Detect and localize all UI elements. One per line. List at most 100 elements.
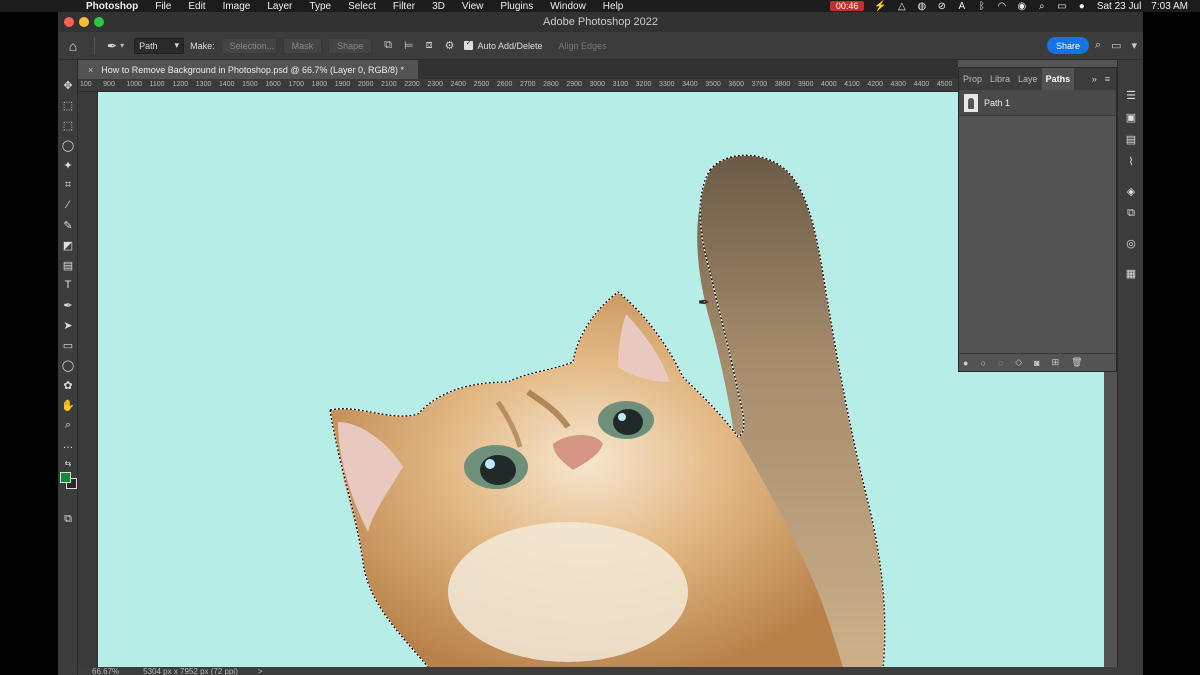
type-tool-icon[interactable]: T [61,278,75,292]
ruler-tick-label: 3900 [798,81,814,88]
pen-tool-icon[interactable]: ✒ [61,298,75,312]
swap-colors-icon[interactable]: ⇆ [61,456,75,470]
adjustments-icon[interactable]: ☰ [1124,88,1138,102]
artboard-tool-icon[interactable]: ⬚ [61,98,75,112]
screen-mode-icon[interactable]: ⧉ [61,512,75,526]
make-work-path-icon[interactable]: ◇ [1015,357,1022,368]
horizontal-ruler[interactable]: 1009001000110012001300140015001600170018… [78,79,958,92]
chevron-down-icon[interactable]: ▾ [1131,39,1137,52]
collapse-panel-icon[interactable]: » [1092,74,1097,84]
lasso-tool-icon[interactable]: ◯ [61,138,75,152]
search-icon[interactable]: ⌕ [1095,39,1101,52]
hand-tool-icon[interactable]: ✋ [61,398,75,412]
recording-indicator[interactable]: 00:46 [830,1,865,11]
magic-wand-tool-icon[interactable]: ✦ [61,158,75,172]
grid-icon[interactable]: ▦ [1124,266,1138,280]
trash-icon[interactable]: 🗑 [1071,357,1082,368]
tab-paths[interactable]: Paths [1042,68,1075,90]
menu-window[interactable]: Window [550,1,586,12]
minimize-window-button[interactable] [79,17,89,27]
vertical-ruler[interactable] [78,92,98,667]
make-selection-button[interactable]: Selection... [221,38,277,54]
close-window-button[interactable] [64,17,74,27]
fill-path-icon[interactable]: ● [963,358,968,368]
stroke-path-icon[interactable]: ○ [980,358,985,368]
zoom-level[interactable]: 66.67% [92,667,119,675]
input-source-icon[interactable]: A [957,1,967,12]
new-path-icon[interactable]: ⊞ [1052,357,1060,368]
pen-tool-preset-icon[interactable]: ✒ [107,39,117,53]
tool-mode-select[interactable]: Path ▾ [134,38,184,54]
paths-icon[interactable]: ⌇ [1124,154,1138,168]
menu-type[interactable]: Type [309,1,331,12]
vpn-icon[interactable]: △ [897,1,907,12]
menu-app-name[interactable]: Photoshop [86,1,138,12]
gear-icon[interactable]: ⚙ [445,39,455,52]
path-operations-icon[interactable]: ⧉ [384,39,392,52]
move-tool-icon[interactable]: ✥ [61,78,75,92]
menu-help[interactable]: Help [603,1,624,12]
close-icon[interactable]: × [88,65,93,75]
brush-tool-icon[interactable]: ✎ [61,218,75,232]
tab-libraries[interactable]: Libra [986,68,1014,90]
share-button[interactable]: Share [1047,37,1089,54]
menu-layer[interactable]: Layer [267,1,292,12]
path-selection-tool-icon[interactable]: ➤ [61,318,75,332]
libraries-icon[interactable]: ▣ [1124,110,1138,124]
eraser-tool-icon[interactable]: ◩ [61,238,75,252]
menu-plugins[interactable]: Plugins [500,1,533,12]
menu-edit[interactable]: Edit [188,1,205,12]
custom-shape-tool-icon[interactable]: ✿ [61,378,75,392]
tab-layers[interactable]: Laye [1014,68,1042,90]
chevron-down-icon[interactable]: ▾ [120,41,124,50]
gradient-tool-icon[interactable]: ▤ [61,258,75,272]
ruler-tick-label: 1600 [265,81,281,88]
menubar-date[interactable]: Sat 23 Jul [1097,1,1141,12]
crop-tool-icon[interactable]: ⌗ [61,178,75,192]
document-tab[interactable]: × How to Remove Background in Photoshop.… [78,60,418,79]
home-icon[interactable]: ⌂ [58,38,88,54]
menu-image[interactable]: Image [223,1,251,12]
align-edges-label[interactable]: Align Edges [559,41,607,51]
document-canvas[interactable]: ✒ [98,92,1104,667]
menubar-time[interactable]: 7:03 AM [1151,1,1188,12]
ellipse-tool-icon[interactable]: ◯ [61,358,75,372]
bluetooth-icon[interactable]: ᛒ [977,1,987,12]
zoom-tool-icon[interactable]: ⌕ [61,418,75,432]
auto-add-delete-checkbox[interactable] [464,41,473,50]
wifi-icon[interactable]: ◠ [997,1,1007,12]
menu-view[interactable]: View [462,1,484,12]
foreground-color-swatch[interactable] [60,472,71,483]
path-alignment-icon[interactable]: ⊨ [404,39,414,52]
siri-icon[interactable]: ● [1077,1,1087,12]
eyedropper-tool-icon[interactable]: ⁄ [61,198,75,212]
make-shape-button[interactable]: Shape [328,38,372,54]
path-arrangement-icon[interactable]: ⧈ [426,39,433,52]
more-tools-icon[interactable]: … [61,438,75,452]
mic-off-icon[interactable]: ⊘ [937,1,947,12]
channels-icon[interactable]: ⧉ [1124,206,1138,220]
zoom-window-button[interactable] [94,17,104,27]
menu-file[interactable]: File [155,1,171,12]
user-icon[interactable]: ◉ [1017,1,1027,12]
properties-icon[interactable]: ▤ [1124,132,1138,146]
marquee-tool-icon[interactable]: ⬚ [61,118,75,132]
notification-icon[interactable]: ◍ [917,1,927,12]
add-mask-icon[interactable]: ◙ [1034,358,1039,368]
rectangle-tool-icon[interactable]: ▭ [61,338,75,352]
search-icon[interactable]: ⌕ [1037,1,1047,12]
load-as-selection-icon[interactable]: ◌ [998,358,1003,368]
menu-filter[interactable]: Filter [393,1,415,12]
menu-select[interactable]: Select [348,1,376,12]
tab-properties[interactable]: Prop [959,68,986,90]
status-menu-arrow[interactable]: > [258,667,263,675]
path-list-item[interactable]: Path 1 [959,90,1116,116]
menu-3d[interactable]: 3D [432,1,445,12]
3d-icon[interactable]: ◎ [1124,236,1138,250]
control-center-icon[interactable]: ▭ [1057,1,1067,12]
layers-icon[interactable]: ◈ [1124,184,1138,198]
panel-menu-icon[interactable]: ≡ [1105,74,1110,84]
lightning-icon[interactable]: ⚡ [874,1,886,12]
make-mask-button[interactable]: Mask [283,38,323,54]
workspace-icon[interactable]: ▭ [1111,39,1121,52]
